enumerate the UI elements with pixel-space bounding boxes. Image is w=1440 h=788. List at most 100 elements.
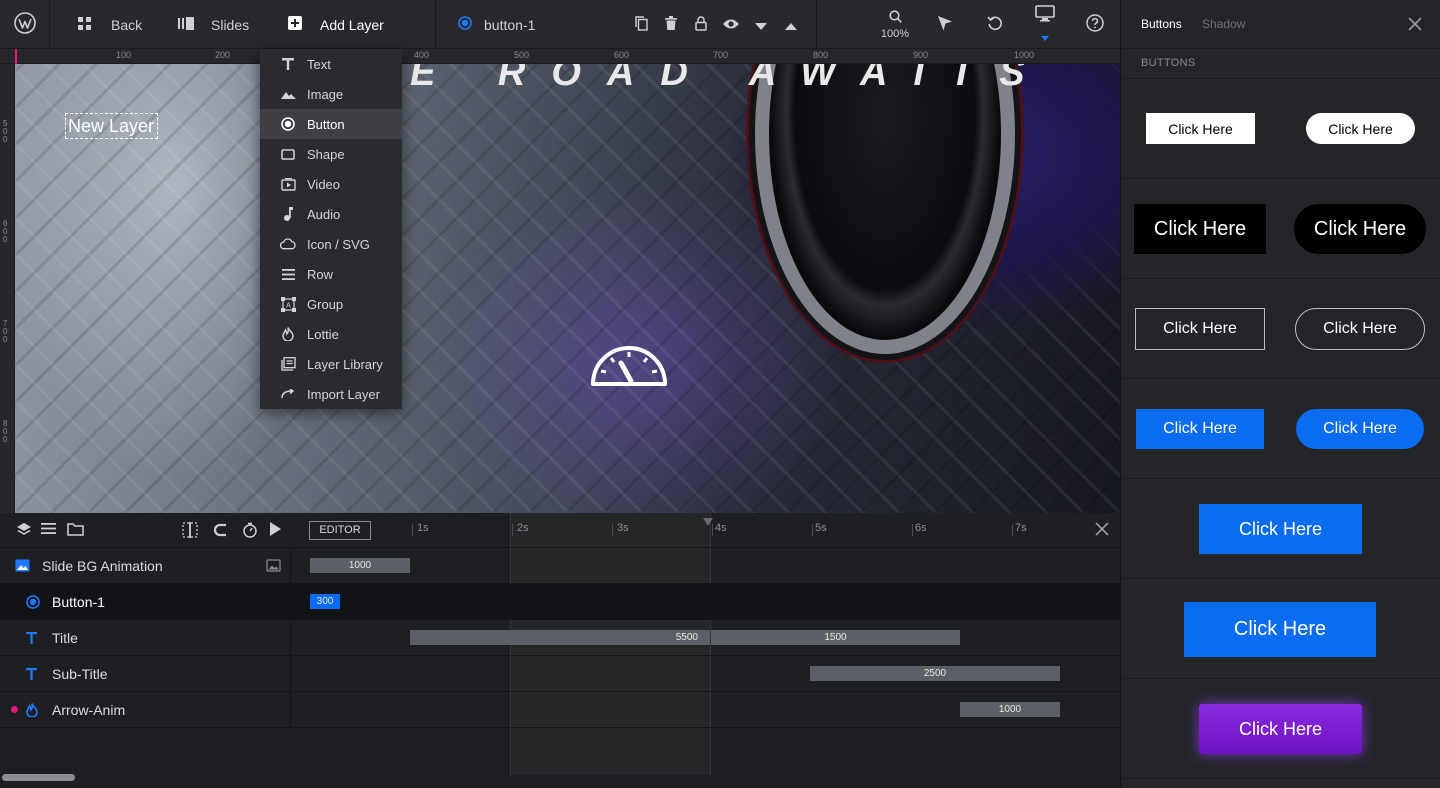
device-desktop-button[interactable]: [1032, 0, 1058, 49]
move-layer-down-button[interactable]: [752, 0, 770, 49]
menu-item-shape[interactable]: Shape: [260, 139, 402, 169]
split-icon[interactable]: [182, 522, 198, 543]
preset-row: Click Here: [1121, 479, 1440, 579]
close-panel-icon[interactable]: [1407, 16, 1423, 35]
delete-layer-button[interactable]: [662, 0, 680, 49]
second-tick: [612, 524, 613, 536]
menu-item-label: Shape: [307, 146, 345, 162]
timeline-bar[interactable]: 1500: [711, 630, 960, 645]
ruler-label: 800: [3, 419, 8, 444]
timeline-row-sub-title[interactable]: Sub-Title 2500: [0, 656, 1120, 692]
menu-item-video[interactable]: Video: [260, 169, 402, 199]
timeline-panel: EDITOR 1s 2s 3s 4s 5s 6s 7s Slide BG Ani…: [0, 513, 1120, 788]
list-icon[interactable]: [41, 522, 56, 540]
preset-button-blue-large[interactable]: Click Here: [1184, 602, 1376, 657]
timeline-row-title[interactable]: Title 5500 1500: [0, 620, 1120, 656]
preset-button-black-pill[interactable]: Click Here: [1294, 204, 1426, 254]
menu-item-image[interactable]: Image: [260, 79, 402, 109]
duplicate-layer-button[interactable]: [632, 0, 650, 49]
section-title: BUTTONS: [1121, 49, 1440, 79]
timeline-row-arrow-anim[interactable]: Arrow-Anim 1000: [0, 692, 1120, 728]
timeline-bar[interactable]: 2500: [810, 666, 1060, 681]
menu-item-group[interactable]: A Group: [260, 289, 402, 319]
button-presets-panel: Buttons Shadow BUTTONS Click Here Click …: [1120, 0, 1440, 788]
close-timeline-icon[interactable]: [1094, 521, 1110, 542]
timeline-bar[interactable]: 5500: [410, 630, 710, 645]
ruler-label: 700: [713, 50, 729, 60]
ruler-label: 600: [614, 50, 630, 60]
menu-item-button[interactable]: Button: [260, 109, 402, 139]
layer-name: button-1: [484, 16, 536, 33]
horizontal-scrollbar[interactable]: [2, 774, 75, 781]
timeline-bar[interactable]: 300: [310, 594, 340, 609]
video-icon: [280, 176, 296, 192]
preset-button-blue-medium[interactable]: Click Here: [1199, 504, 1362, 554]
ruler-label: 500: [3, 119, 8, 144]
new-layer-text[interactable]: New Layer: [65, 113, 158, 139]
add-layer-menu: Text Image Button Shape Video Audio Icon…: [260, 49, 402, 409]
preset-button-blue-square[interactable]: Click Here: [1136, 409, 1264, 449]
undo-icon: [987, 15, 1003, 34]
copy-icon: [634, 15, 648, 34]
row-label: Arrow-Anim: [52, 702, 126, 718]
speedometer-icon[interactable]: [589, 339, 669, 394]
visibility-button[interactable]: [720, 0, 742, 49]
menu-item-text[interactable]: Text: [260, 49, 402, 79]
back-button[interactable]: Back: [78, 0, 148, 49]
slide-headline[interactable]: E ROAD AWAITS: [410, 64, 1051, 95]
menu-item-row[interactable]: Row: [260, 259, 402, 289]
cursor-icon: [937, 15, 953, 35]
second-tick: [812, 524, 813, 536]
slide-canvas[interactable]: E ROAD AWAITS New Layer: [15, 64, 1120, 513]
tab-shadow[interactable]: Shadow: [1202, 17, 1245, 31]
wordpress-logo-button[interactable]: [0, 0, 49, 49]
current-layer-indicator[interactable]: button-1: [458, 0, 558, 49]
timeline-row-button-1[interactable]: Button-1 300: [0, 584, 1120, 620]
move-layer-up-button[interactable]: [782, 0, 800, 49]
preset-button-purple-glow[interactable]: Click Here: [1199, 704, 1362, 754]
menu-item-icon-svg[interactable]: Icon / SVG: [260, 229, 402, 259]
background-image-icon[interactable]: [266, 559, 281, 577]
add-layer-label: Add Layer: [320, 16, 384, 33]
menu-item-layer-library[interactable]: Layer Library: [260, 349, 402, 379]
row-icon: [280, 266, 296, 282]
ruler-horizontal: 100 200 400 500 600 700 800 900 1000: [0, 49, 1120, 64]
preset-button-outline-pill[interactable]: Click Here: [1295, 308, 1425, 350]
preset-button-white-pill[interactable]: Click Here: [1306, 113, 1415, 144]
folder-icon[interactable]: [67, 522, 84, 541]
library-icon: [280, 356, 296, 372]
lottie-icon: [26, 703, 38, 722]
slides-button[interactable]: Slides: [178, 0, 258, 49]
tab-buttons[interactable]: Buttons: [1141, 17, 1182, 31]
play-icon[interactable]: [270, 522, 281, 541]
timeline-bar[interactable]: 1000: [310, 558, 410, 573]
preset-button-outline-square[interactable]: Click Here: [1135, 308, 1265, 350]
lock-layer-button[interactable]: [692, 0, 710, 49]
select-tool-button[interactable]: [934, 0, 956, 49]
stopwatch-icon[interactable]: [242, 522, 258, 543]
timeline-bar[interactable]: 1000: [960, 702, 1060, 717]
wordpress-icon: [13, 12, 36, 37]
menu-item-label: Button: [307, 116, 345, 132]
menu-item-import-layer[interactable]: Import Layer: [260, 379, 402, 409]
layers-icon[interactable]: [16, 522, 32, 542]
menu-item-label: Group: [307, 296, 344, 312]
menu-item-audio[interactable]: Audio: [260, 199, 402, 229]
slider-editor: Back Slides Add Layer button-1 100% 100 …: [0, 0, 1440, 788]
button-icon: [280, 116, 296, 132]
preset-button-black-square[interactable]: Click Here: [1134, 204, 1266, 254]
active-device-marker: [1041, 28, 1049, 44]
preset-button-white-square[interactable]: Click Here: [1146, 113, 1255, 144]
editor-button[interactable]: EDITOR: [309, 521, 371, 540]
preset-row: Click Here Click Here: [1121, 179, 1440, 279]
back-label: Back: [111, 16, 143, 33]
zoom-button[interactable]: 100%: [872, 0, 918, 49]
undo-button[interactable]: [984, 0, 1006, 49]
menu-item-lottie[interactable]: Lottie: [260, 319, 402, 349]
add-layer-button[interactable]: Add Layer: [288, 0, 398, 49]
magnet-icon[interactable]: [212, 522, 228, 543]
preset-button-blue-pill[interactable]: Click Here: [1296, 409, 1424, 449]
help-button[interactable]: [1084, 0, 1106, 49]
timeline-row-slide-bg[interactable]: Slide BG Animation 1000: [0, 548, 1120, 584]
text-icon: [26, 631, 37, 649]
